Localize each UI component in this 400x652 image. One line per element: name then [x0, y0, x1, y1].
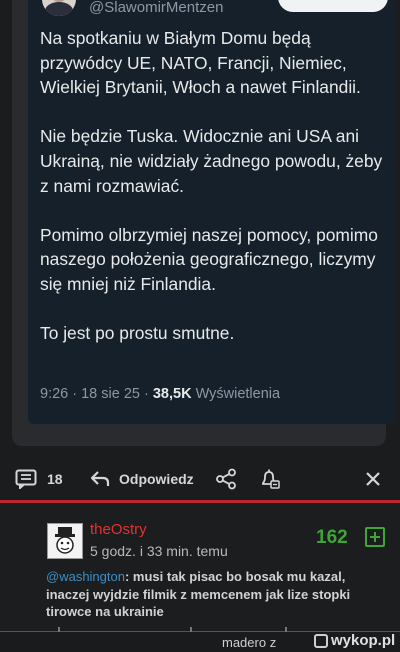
author-credit: madero z — [222, 635, 277, 650]
tweet-handle: @SlawomirMentzen — [89, 0, 224, 16]
tweet-follow-button — [278, 0, 388, 12]
reply-label: Odpowiedz — [119, 471, 194, 487]
embedded-image-frame[interactable]: @SlawomirMentzen Na spotkaniu w Białym D… — [12, 0, 396, 446]
watermark-bar: madero z wykop.pl — [0, 632, 400, 652]
bell-icon — [259, 468, 281, 490]
tweet-views-label: Wyświetlenia — [191, 386, 281, 402]
comment-score: 162 — [316, 527, 348, 548]
tweet-paragraph: Na spotkaniu w Białym Domu będą przywódc… — [40, 28, 361, 98]
commenter-avatar[interactable] — [47, 523, 83, 559]
commenter-username[interactable]: theOstry — [90, 521, 147, 538]
tweet-author-avatar — [42, 0, 76, 16]
wykop-brand: wykop.pl — [331, 632, 396, 649]
reply-button[interactable]: Odpowiedz — [90, 470, 194, 488]
comment-item: theOstry 5 godz. i 33 min. temu 162 @was… — [0, 503, 400, 629]
observe-button[interactable] — [259, 468, 281, 490]
close-x-icon — [364, 470, 382, 488]
tweet-paragraph: To jest po prostu smutne. — [40, 323, 235, 344]
tweet-paragraph: Pomimo olbrzymiej naszej pomocy, pomimo … — [40, 224, 378, 294]
wykop-logo-icon — [314, 634, 328, 648]
upvote-plus-icon[interactable] — [365, 527, 385, 547]
tweet-time: 9:26 · 18 sie 25 · — [40, 386, 153, 402]
comments-icon — [15, 469, 37, 489]
tweet-views-count: 38,5K — [152, 386, 192, 402]
reply-arrow-icon — [90, 470, 110, 488]
tweet-meta: 9:26 · 18 sie 25 · 38,5K Wyświetlenia — [40, 386, 280, 402]
tweet-screenshot: @SlawomirMentzen Na spotkaniu w Białym D… — [28, 0, 396, 424]
tweet-body: Na spotkaniu w Białym Domu będą przywódc… — [40, 26, 386, 370]
entry-action-bar: 18 Odpowiedz — [0, 460, 400, 498]
share-icon — [215, 468, 237, 490]
comment-timestamp: 5 godz. i 33 min. temu — [90, 543, 228, 559]
comments-button[interactable]: 18 — [15, 469, 63, 489]
comment-mention[interactable]: @washington — [46, 569, 125, 584]
tweet-paragraph: Nie będzie Tuska. Widocznie ani USA ani … — [40, 126, 383, 196]
share-button[interactable] — [215, 468, 237, 490]
comments-count: 18 — [47, 471, 63, 487]
comment-text: @washington: musi tak pisac bo bosak mu … — [46, 568, 391, 621]
more-options-button[interactable] — [364, 470, 382, 488]
